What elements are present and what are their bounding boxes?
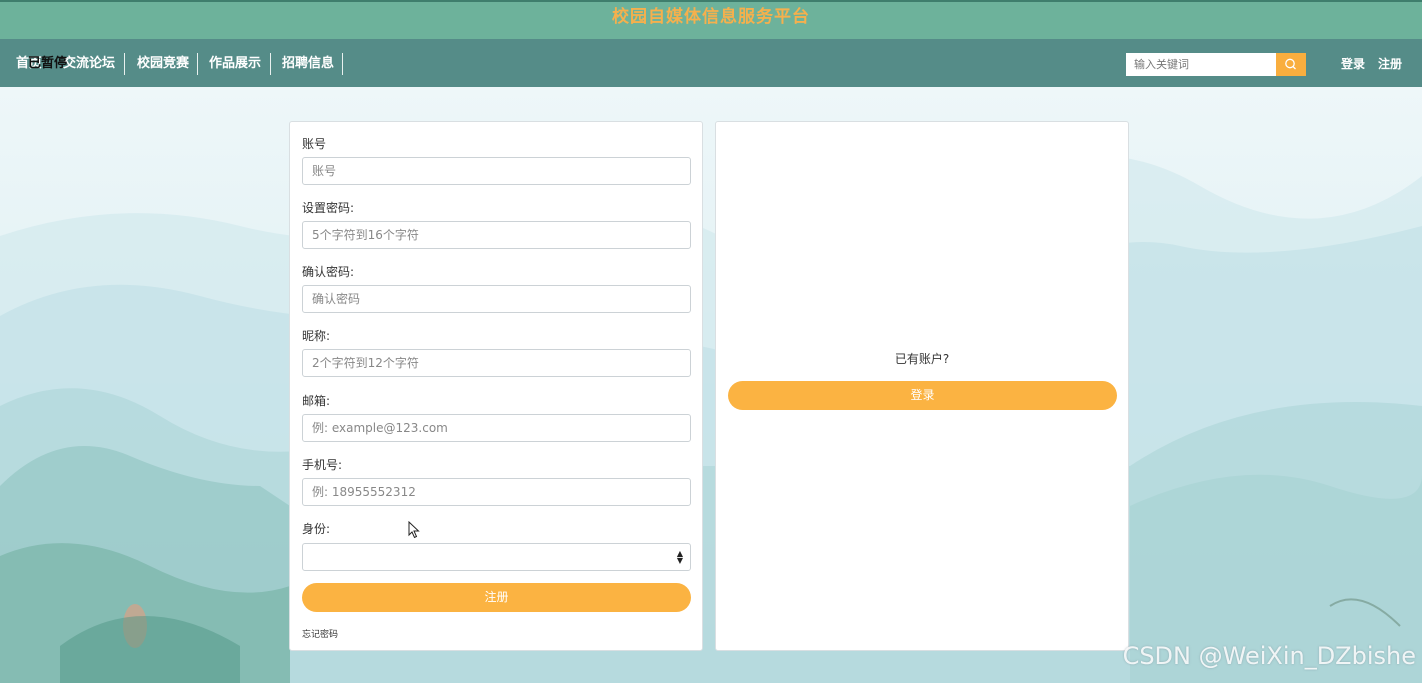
select-arrows-icon: ▲ ▼	[676, 549, 683, 565]
account-label: 账号	[302, 137, 327, 151]
nav-item-jobs[interactable]: 招聘信息	[282, 39, 334, 87]
confirm-password-label: 确认密码:	[302, 265, 355, 279]
nav-divider	[270, 53, 271, 75]
nav-item-forum[interactable]: 交流论坛	[63, 39, 115, 87]
phone-input[interactable]	[302, 478, 691, 506]
login-button[interactable]: 登录	[728, 381, 1117, 410]
nav-divider	[342, 53, 343, 75]
nav-divider	[197, 53, 198, 75]
mouse-cursor-icon	[408, 521, 420, 539]
nickname-label: 昵称:	[302, 329, 331, 343]
nickname-input[interactable]	[302, 349, 691, 377]
nav-divider	[124, 53, 125, 75]
nav-item-competition[interactable]: 校园竞赛	[137, 39, 189, 87]
email-input[interactable]	[302, 414, 691, 442]
search-icon	[1285, 58, 1296, 70]
register-submit-button[interactable]: 注册	[302, 583, 691, 612]
role-label: 身份:	[302, 522, 331, 536]
phone-label: 手机号:	[302, 458, 343, 472]
password-input[interactable]	[302, 221, 691, 249]
search-button[interactable]	[1276, 53, 1306, 76]
login-prompt: 已有账户?	[894, 352, 950, 366]
register-form: 账号 设置密码: 确认密码: 昵称: 邮箱: 手机号: 身份: ▲▼ 注册 忘记…	[289, 121, 703, 651]
confirm-password-input[interactable]	[302, 285, 691, 313]
email-label: 邮箱:	[302, 394, 331, 408]
forgot-password-link[interactable]: 忘记密码	[302, 627, 338, 640]
paused-overlay-label: 已暂停	[28, 56, 68, 71]
password-label: 设置密码:	[302, 201, 355, 215]
account-input[interactable]	[302, 157, 691, 185]
login-panel: 已有账户? 登录	[715, 121, 1129, 651]
landscape-background	[0, 86, 1422, 683]
role-select[interactable]: ▲ ▼	[302, 543, 691, 571]
register-link[interactable]: 注册	[1378, 39, 1402, 89]
site-title: 校园自媒体信息服务平台	[612, 7, 810, 27]
nav-bar: 首页 交流论坛 校园竞赛 作品展示 招聘信息 已暂停 登录 注册	[0, 39, 1422, 87]
nav-item-works[interactable]: 作品展示	[209, 39, 261, 87]
title-bar: 校园自媒体信息服务平台	[0, 0, 1422, 39]
watermark: CSDN @WeiXin_DZbishe	[1122, 642, 1416, 670]
search-input[interactable]	[1126, 53, 1276, 76]
login-link[interactable]: 登录	[1341, 39, 1365, 89]
